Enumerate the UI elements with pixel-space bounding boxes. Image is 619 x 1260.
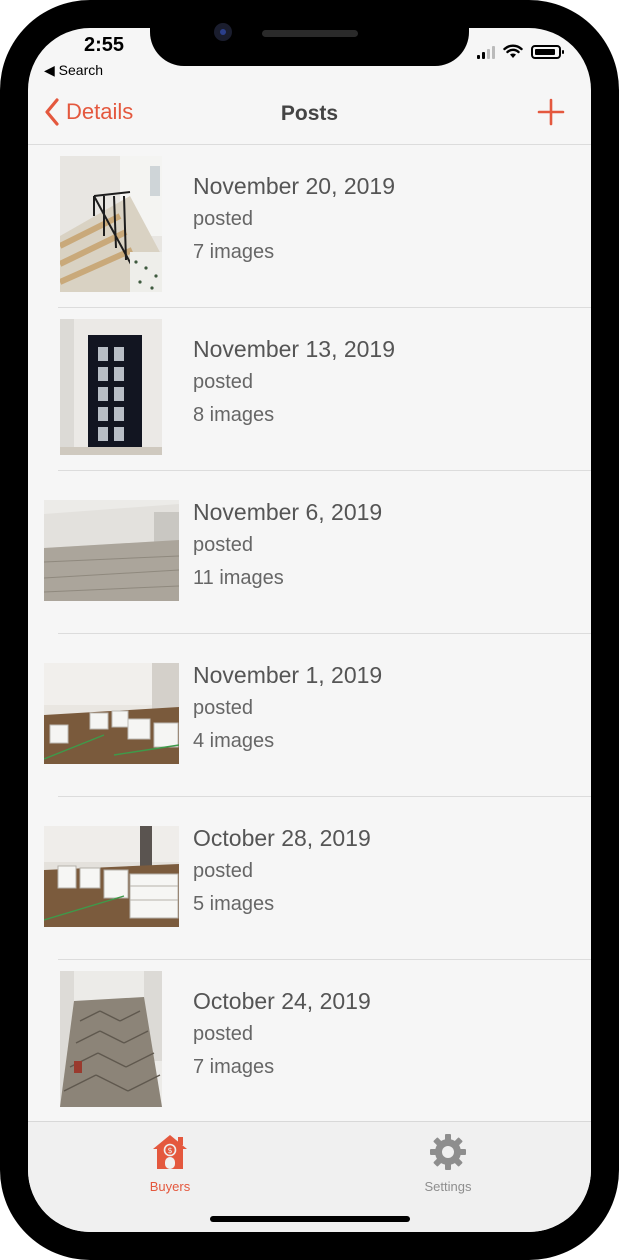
post-status: posted [193,534,254,556]
post-date: November 1, 2019 [193,662,383,688]
plus-icon [537,98,565,126]
gear-icon [430,1134,466,1170]
post-image-count: 11 images [193,567,284,589]
status-icons [477,44,564,59]
post-status: posted [193,697,254,719]
post-row[interactable]: October 24, 2019 posted 7 images [28,960,591,1123]
post-info: November 1, 2019 posted 4 images [193,662,382,763]
svg-text:$: $ [167,1146,172,1155]
post-row[interactable]: October 28, 2019 posted 5 images [28,797,591,960]
post-date: November 20, 2019 [193,173,396,199]
post-date: October 28, 2019 [193,825,371,851]
wifi-icon [503,44,523,58]
tab-buyers-label: Buyers [149,1179,191,1194]
post-row[interactable]: November 6, 2019 posted 11 images [28,471,591,634]
post-row[interactable]: November 20, 2019 posted 7 images [28,145,591,308]
phone-notch [150,23,469,66]
navigation-bar: Details Posts [28,88,591,145]
post-info: October 24, 2019 posted 7 images [193,988,371,1089]
post-image-count: 5 images [193,893,275,915]
post-date: October 24, 2019 [193,988,371,1014]
post-date: November 6, 2019 [193,499,383,525]
post-status: posted [193,860,254,882]
back-to-search-link[interactable]: ◀ Search [44,62,103,79]
tab-settings[interactable]: Settings [388,1132,508,1194]
post-thumbnail [44,826,179,927]
post-thumbnail [44,663,179,764]
post-info: October 28, 2019 posted 5 images [193,825,371,926]
post-row[interactable]: November 1, 2019 posted 4 images [28,634,591,797]
battery-icon [531,44,564,59]
post-image-count: 7 images [193,1056,275,1078]
house-dollar-icon: $ [153,1135,187,1169]
post-thumbnail [60,156,162,292]
post-thumbnail [44,500,179,601]
post-image-count: 4 images [193,730,275,752]
post-info: November 6, 2019 posted 11 images [193,499,382,600]
speaker-grille [262,30,358,37]
post-image-count: 8 images [193,404,275,426]
post-row[interactable]: November 13, 2019 posted 8 images [28,308,591,471]
post-info: November 13, 2019 posted 8 images [193,336,395,437]
post-image-count: 7 images [193,241,275,263]
page-title: Posts [280,102,339,125]
add-post-button[interactable] [537,98,565,131]
post-info: November 20, 2019 posted 7 images [193,173,395,274]
post-thumbnail [60,319,162,455]
post-status: posted [193,371,254,393]
tab-buyers[interactable]: $ Buyers [110,1132,230,1194]
post-thumbnail [60,971,162,1107]
cellular-signal-icon [477,45,495,59]
post-date: November 13, 2019 [193,336,396,362]
post-status: posted [193,208,254,230]
phone-screen: 2:55 ◀ Search Details Posts November 20,… [28,28,591,1232]
home-indicator[interactable] [210,1216,410,1222]
post-status: posted [193,1023,254,1045]
posts-list: November 20, 2019 posted 7 images Novemb… [28,145,591,1123]
status-time: 2:55 [84,34,125,56]
tab-settings-label: Settings [424,1179,472,1194]
camera-icon [214,23,232,41]
